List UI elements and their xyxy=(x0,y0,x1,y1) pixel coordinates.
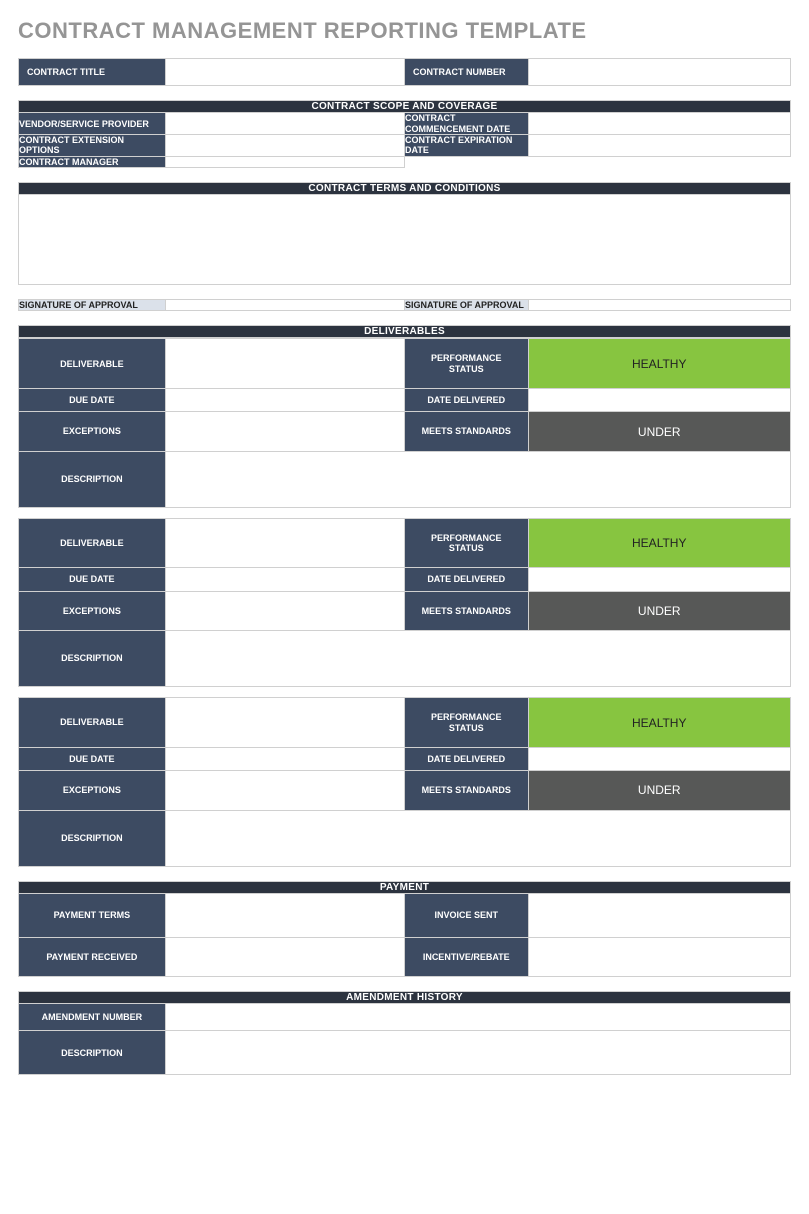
contract-number-field[interactable] xyxy=(528,59,791,86)
exceptions-label: EXCEPTIONS xyxy=(19,412,166,451)
exceptions-label: EXCEPTIONS xyxy=(19,771,166,810)
date-delivered-field[interactable] xyxy=(528,389,791,412)
invoice-sent-field[interactable] xyxy=(528,893,791,937)
amendment-number-label: AMENDMENT NUMBER xyxy=(19,1003,166,1030)
extension-field[interactable] xyxy=(165,135,404,157)
exceptions-field[interactable] xyxy=(165,771,404,810)
due-date-label: DUE DATE xyxy=(19,389,166,412)
contract-title-field[interactable] xyxy=(165,59,404,86)
description-label: DESCRIPTION xyxy=(19,451,166,507)
extension-label: CONTRACT EXTENSION OPTIONS xyxy=(19,135,166,157)
due-date-field[interactable] xyxy=(165,389,404,412)
amendment-header: AMENDMENT HISTORY xyxy=(19,991,791,1003)
incentive-field[interactable] xyxy=(528,937,791,976)
terms-body-field[interactable] xyxy=(19,195,791,285)
payment-header: PAYMENT xyxy=(19,881,791,893)
payment-received-label: PAYMENT RECEIVED xyxy=(19,937,166,976)
exceptions-field[interactable] xyxy=(165,412,404,451)
deliverable-field[interactable] xyxy=(165,698,404,748)
contract-title-label: CONTRACT TITLE xyxy=(19,59,166,86)
invoice-sent-label: INVOICE SENT xyxy=(404,893,528,937)
perf-status-label: PERFORMANCE STATUS xyxy=(404,518,528,568)
payment-section: PAYMENT PAYMENT TERMS INVOICE SENT PAYME… xyxy=(18,881,791,977)
payment-terms-label: PAYMENT TERMS xyxy=(19,893,166,937)
terms-header: CONTRACT TERMS AND CONDITIONS xyxy=(19,183,791,195)
vendor-label: VENDOR/SERVICE PROVIDER xyxy=(19,113,166,135)
perf-status-value[interactable]: HEALTHY xyxy=(528,518,791,568)
payment-received-field[interactable] xyxy=(165,937,404,976)
meets-std-label: MEETS STANDARDS xyxy=(404,412,528,451)
description-label: DESCRIPTION xyxy=(19,810,166,866)
contract-number-label: CONTRACT NUMBER xyxy=(404,59,528,86)
signature2-label: SIGNATURE OF APPROVAL xyxy=(404,300,528,311)
amendment-desc-label: DESCRIPTION xyxy=(19,1031,166,1075)
date-delivered-label: DATE DELIVERED xyxy=(404,568,528,591)
vendor-field[interactable] xyxy=(165,113,404,135)
perf-status-label: PERFORMANCE STATUS xyxy=(404,698,528,748)
deliverable-field[interactable] xyxy=(165,518,404,568)
meets-std-label: MEETS STANDARDS xyxy=(404,591,528,630)
description-label: DESCRIPTION xyxy=(19,631,166,687)
deliverables-header: DELIVERABLES xyxy=(19,326,791,338)
perf-status-value[interactable]: HEALTHY xyxy=(528,698,791,748)
meets-std-value[interactable]: UNDER xyxy=(528,412,791,451)
commencement-field[interactable] xyxy=(528,113,791,135)
amendment-section: AMENDMENT HISTORY AMENDMENT NUMBER DESCR… xyxy=(18,991,791,1075)
perf-status-label: PERFORMANCE STATUS xyxy=(404,339,528,389)
date-delivered-label: DATE DELIVERED xyxy=(404,747,528,770)
exceptions-field[interactable] xyxy=(165,591,404,630)
terms-section: CONTRACT TERMS AND CONDITIONS xyxy=(18,182,791,285)
description-field[interactable] xyxy=(165,631,790,687)
signature2-field[interactable] xyxy=(528,300,791,311)
perf-status-value[interactable]: HEALTHY xyxy=(528,339,791,389)
deliverable-label: DELIVERABLE xyxy=(19,339,166,389)
top-row-section: CONTRACT TITLE CONTRACT NUMBER xyxy=(18,58,791,86)
due-date-field[interactable] xyxy=(165,568,404,591)
expiration-field[interactable] xyxy=(528,135,791,157)
due-date-label: DUE DATE xyxy=(19,568,166,591)
due-date-field[interactable] xyxy=(165,747,404,770)
exceptions-label: EXCEPTIONS xyxy=(19,591,166,630)
meets-std-value[interactable]: UNDER xyxy=(528,771,791,810)
deliverable-label: DELIVERABLE xyxy=(19,518,166,568)
page-title: CONTRACT MANAGEMENT REPORTING TEMPLATE xyxy=(18,18,791,44)
date-delivered-field[interactable] xyxy=(528,747,791,770)
signatures-section: SIGNATURE OF APPROVAL SIGNATURE OF APPRO… xyxy=(18,299,791,311)
deliverable-field[interactable] xyxy=(165,339,404,389)
expiration-label: CONTRACT EXPIRATION DATE xyxy=(404,135,528,157)
commencement-label: CONTRACT COMMENCEMENT DATE xyxy=(404,113,528,135)
payment-terms-field[interactable] xyxy=(165,893,404,937)
description-field[interactable] xyxy=(165,451,790,507)
amendment-desc-field[interactable] xyxy=(165,1031,790,1075)
deliverable-label: DELIVERABLE xyxy=(19,698,166,748)
scope-section: CONTRACT SCOPE AND COVERAGE VENDOR/SERVI… xyxy=(18,100,791,168)
amendment-number-field[interactable] xyxy=(165,1003,790,1030)
manager-field[interactable] xyxy=(165,156,404,167)
signature1-field[interactable] xyxy=(165,300,404,311)
deliverables-section: DELIVERABLES DELIVERABLE PERFORMANCE STA… xyxy=(18,325,791,866)
manager-label: CONTRACT MANAGER xyxy=(19,156,166,167)
meets-std-label: MEETS STANDARDS xyxy=(404,771,528,810)
meets-std-value[interactable]: UNDER xyxy=(528,591,791,630)
date-delivered-label: DATE DELIVERED xyxy=(404,389,528,412)
signature1-label: SIGNATURE OF APPROVAL xyxy=(19,300,166,311)
scope-header: CONTRACT SCOPE AND COVERAGE xyxy=(19,101,791,113)
date-delivered-field[interactable] xyxy=(528,568,791,591)
incentive-label: INCENTIVE/REBATE xyxy=(404,937,528,976)
description-field[interactable] xyxy=(165,810,790,866)
due-date-label: DUE DATE xyxy=(19,747,166,770)
